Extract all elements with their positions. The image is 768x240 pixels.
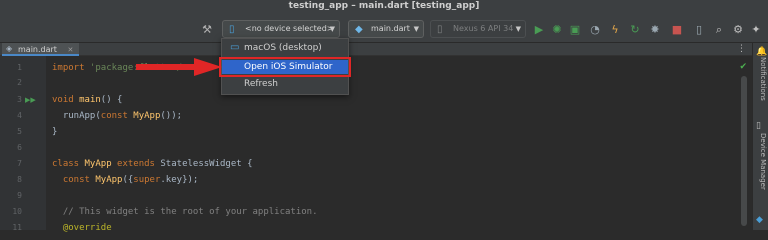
assistant-icon[interactable]: ✦ [749,22,763,36]
dart-file-icon: ◈ [6,44,13,53]
code-line-11: @override [62,223,112,233]
arrow-shaft [136,64,198,70]
chevron-down-icon: ▼ [413,25,419,33]
line-number: 1 [17,63,22,72]
code-line-3: void main() { [52,95,123,105]
line-number: 5 [17,127,22,136]
run-config-combo[interactable]: ◆ main.dart ▼ [348,20,424,38]
menu-item-label: macOS (desktop) [244,43,322,53]
menu-item-label: Open iOS Simulator [244,62,333,72]
coverage-icon[interactable]: ▣ [568,22,582,36]
line-number: 11 [12,223,22,232]
tab-main-dart[interactable]: ◈ main.dart ✕ [2,43,80,56]
chevron-down-icon: ▼ [515,25,521,33]
flutter-icon: ◆ [355,24,363,35]
device-dropdown-menu: ▭ macOS (desktop) Open iOS Simulator Ref… [219,38,351,95]
notifications-tab[interactable]: Notifications [755,57,767,101]
device-selector-combo[interactable]: ▯ <no device selected> ▼ [222,20,340,38]
editor-gutter: 1 2 3 4 5 6 7 8 9 10 11 ▶▶ [0,56,46,232]
window-title: testing_app – main.dart [testing_app] [0,0,768,14]
hammer-icon[interactable]: ⚒ [200,22,214,36]
hot-restart-icon[interactable]: ↻ [628,22,642,36]
tab-label: main.dart [18,45,57,54]
phone-icon[interactable]: ▯ [756,121,761,131]
close-icon[interactable]: ✕ [67,46,73,54]
attach-debugger-icon[interactable]: ✸ [648,22,662,36]
code-line-10: // This widget is the root of your appli… [62,207,318,217]
run-config-label: main.dart [371,24,410,33]
line-number: 7 [17,159,22,168]
hot-reload-icon[interactable]: ϟ [608,22,622,36]
vertical-scrollbar[interactable] [741,56,748,230]
line-number: 10 [12,207,22,216]
menu-item-label: Refresh [244,79,278,89]
line-number: 2 [17,78,22,87]
main-toolbar: ⚒ ▯ <no device selected> ▼ ◆ main.dart ▼… [0,14,768,43]
line-number: 9 [17,191,22,200]
more-tabs-icon[interactable]: ⋮ [737,43,746,56]
line-number: 4 [17,111,22,120]
phone-icon: ▯ [229,24,235,35]
flutter-icon[interactable]: ◆ [756,215,763,225]
profiler-icon[interactable]: ◔ [588,22,602,36]
line-number: 8 [17,175,22,184]
code-line-8: const MyApp({super.key}); [62,175,199,185]
bug-icon[interactable]: ✺ [550,22,564,36]
code-line-7: class MyApp extends StatelessWidget { [52,159,253,169]
device-manager-tab[interactable]: Device Manager [755,133,767,190]
right-tool-strip: 🔔 Notifications ▯ Device Manager ◆ [752,43,768,230]
search-icon[interactable]: ⌕ [712,22,726,36]
chevron-down-icon: ▼ [329,25,335,33]
gear-icon[interactable]: ⚙ [731,22,745,36]
arrow-head [194,58,222,76]
device-selector-label: <no device selected> [245,24,334,33]
line-number: 3 [17,95,22,104]
code-line-5: } [52,127,58,137]
phone-icon: ▯ [437,24,443,35]
run-gutter-icon[interactable]: ▶▶ [25,95,36,105]
red-arrow [136,58,222,76]
emulator-label: Nexus 6 API 34 [453,24,514,33]
laptop-icon: ▭ [230,42,240,53]
code-editor[interactable]: import 'package:flutter/mater void main(… [46,56,752,233]
menu-item-open-ios-simulator[interactable]: Open iOS Simulator [219,57,351,77]
scrollbar-thumb[interactable] [741,76,747,226]
emulator-combo[interactable]: ▯ Nexus 6 API 34 ▼ [430,20,526,38]
play-icon[interactable]: ▶ [532,22,546,36]
menu-item-refresh[interactable]: Refresh [222,77,348,91]
line-number: 6 [17,143,22,152]
code-line-4: runApp(const MyApp()); [62,111,183,121]
menu-item-macos[interactable]: ▭ macOS (desktop) [222,41,348,55]
device-manager-icon[interactable]: ▯ [692,22,706,36]
bell-icon[interactable]: 🔔 [756,47,767,57]
editor-tab-bar: ◈ main.dart ✕ ⋮ [0,43,752,56]
stop-icon[interactable]: ■ [670,22,684,36]
